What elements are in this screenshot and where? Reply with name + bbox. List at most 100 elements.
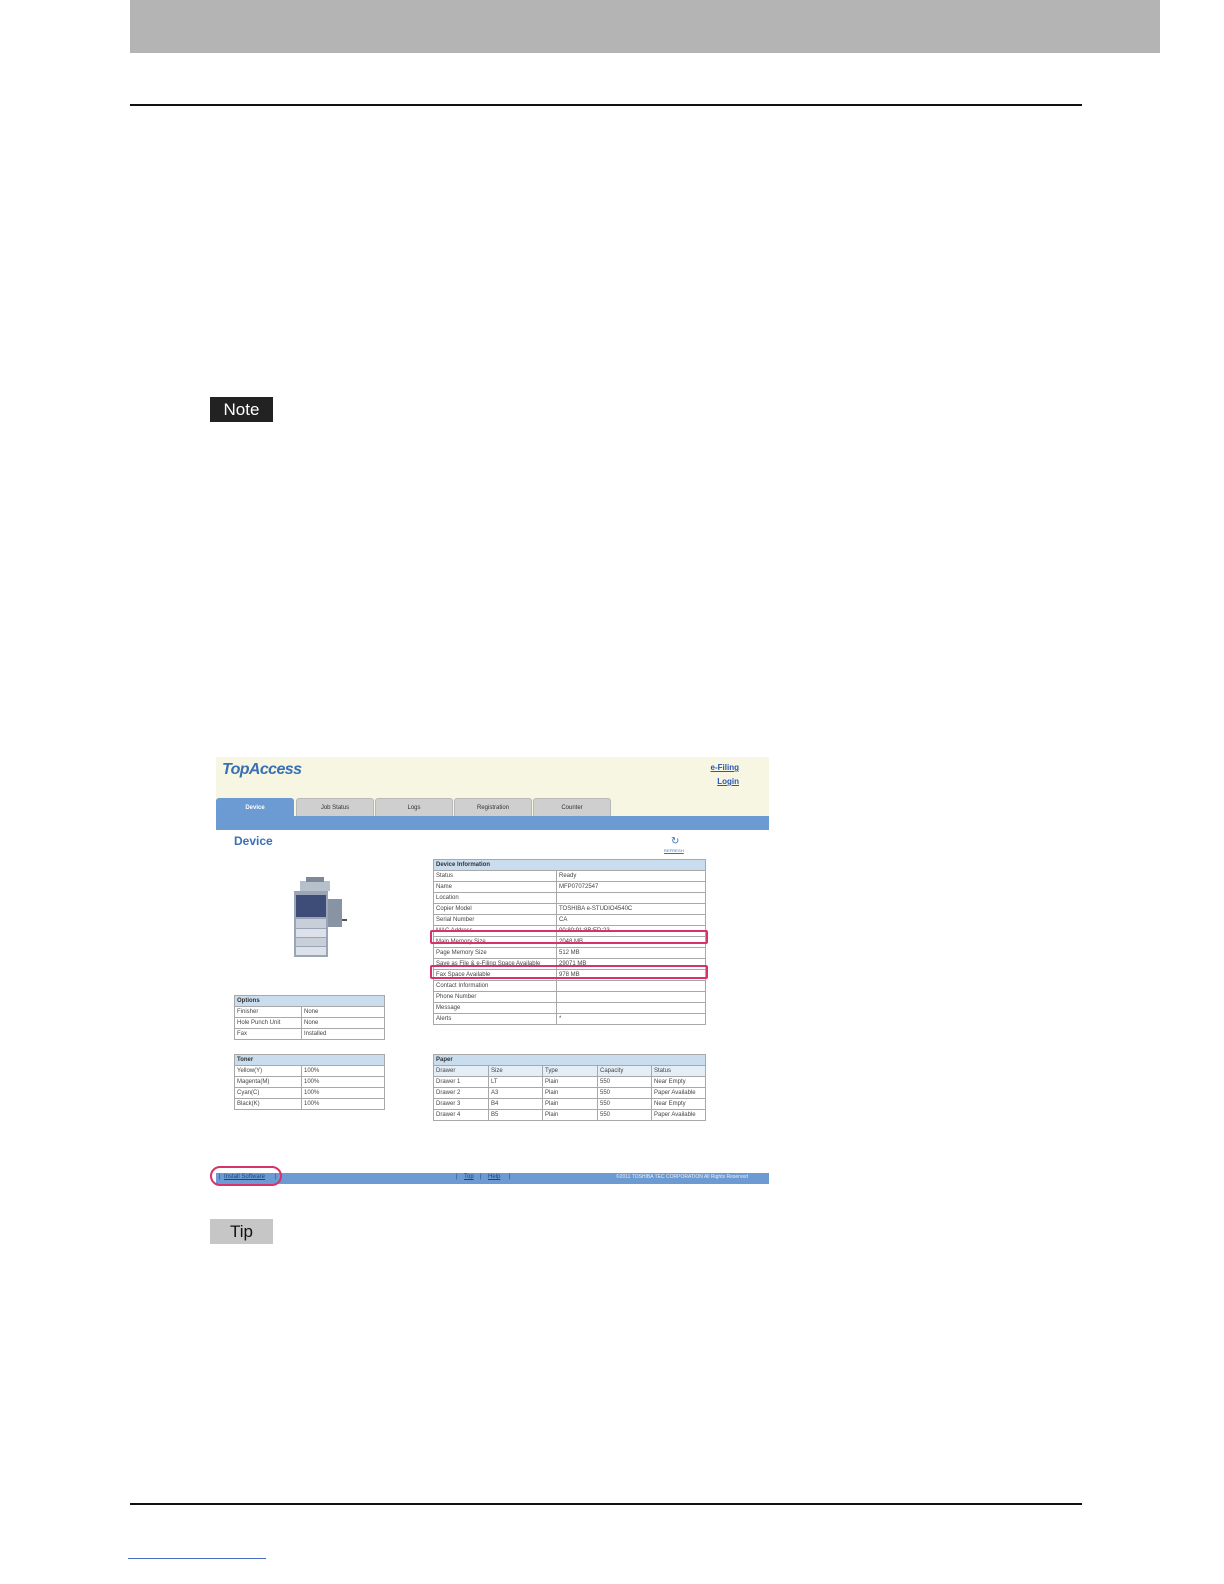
refresh-label: REFRESH [664, 848, 684, 853]
tab-registration[interactable]: Registration [454, 798, 532, 816]
toner-level: 100% [300, 1098, 386, 1110]
info-value: * [555, 1013, 707, 1025]
paper-cell: A3 [488, 1087, 543, 1099]
tab-device[interactable]: Device [216, 798, 294, 816]
table-row: Drawer 1 LT Plain 550 Near Empty [433, 1076, 707, 1088]
column-header: Type [542, 1065, 598, 1077]
info-label: Alerts [433, 1013, 557, 1025]
tab-counter[interactable]: Counter [533, 798, 611, 816]
column-header: Status [650, 1065, 707, 1077]
toner-level: 100% [300, 1065, 386, 1077]
toner-color: Cyan(C) [234, 1087, 302, 1099]
login-link[interactable]: Login [717, 777, 739, 786]
printer-icon [294, 877, 347, 957]
column-header: Size [488, 1065, 543, 1077]
option-name: Fax [234, 1028, 302, 1040]
tip-label: Tip [210, 1219, 273, 1244]
table-row: Copier Model TOSHIBA e-STUDIO4540C [433, 903, 707, 915]
device-info-header: Device Information [432, 859, 707, 871]
option-value: Installed [300, 1028, 386, 1040]
table-row: Hole Punch Unit None [234, 1017, 386, 1029]
paper-cell: Plain [542, 1076, 598, 1088]
option-name: Hole Punch Unit [234, 1017, 302, 1029]
table-row: Drawer 2 A3 Plain 550 Paper Available [433, 1087, 707, 1099]
paper-cell: 550 [597, 1076, 652, 1088]
table-row: Fax Installed [234, 1028, 386, 1040]
info-label: Location [433, 892, 557, 904]
info-label: Contact Information [433, 980, 557, 992]
topaccess-header: TopAccess e-Filing Login [216, 757, 769, 798]
footer-separator: | [456, 1174, 458, 1180]
bottom-divider [130, 1503, 1082, 1505]
table-row: Drawer 4 B5 Plain 550 Paper Available [433, 1109, 707, 1121]
paper-cell: B4 [488, 1098, 543, 1110]
toner-header: Toner [233, 1054, 386, 1066]
options-header: Options [233, 995, 386, 1007]
toner-color: Yellow(Y) [234, 1065, 302, 1077]
nav-bar [216, 816, 769, 830]
paper-cell: Plain [542, 1109, 598, 1121]
space-available-highlight [430, 965, 708, 979]
topaccess-logo: TopAccess [222, 761, 302, 778]
copyright-text: ©2011 TOSHIBA TEC CORPORATION All Rights… [616, 1174, 748, 1180]
paper-cell: Near Empty [650, 1076, 707, 1088]
table-row: Cyan(C) 100% [234, 1087, 386, 1099]
table-row: Alerts * [433, 1013, 707, 1025]
option-value: None [300, 1017, 386, 1029]
help-link[interactable]: Help [488, 1174, 500, 1180]
column-header: Drawer [433, 1065, 489, 1077]
paper-column-headers: Drawer Size Type Capacity Status [433, 1065, 707, 1077]
topaccess-screenshot: TopAccess e-Filing Login Device Job Stat… [210, 757, 769, 1186]
refresh-button[interactable]: ↻ REFRESH [664, 836, 690, 854]
info-value [555, 991, 707, 1003]
paper-cell: Plain [542, 1098, 598, 1110]
paper-header: Paper [432, 1054, 707, 1066]
paper-cell: 550 [597, 1109, 652, 1121]
info-value [555, 980, 707, 992]
table-row: Page Memory Size 512 MB [433, 947, 707, 959]
tab-strip: Device Job Status Logs Registration Coun… [216, 798, 769, 816]
footer-separator: | [509, 1174, 511, 1180]
table-row: Finisher None [234, 1006, 386, 1018]
info-label: Status [433, 870, 557, 882]
info-label: Copier Model [433, 903, 557, 915]
note-label: Note [210, 397, 273, 422]
tab-logs[interactable]: Logs [375, 798, 453, 816]
table-row: Message [433, 1002, 707, 1014]
top-link[interactable]: Top [464, 1174, 474, 1180]
toner-table: Toner Yellow(Y) 100% Magenta(M) 100% Cyan(… [233, 1054, 386, 1110]
paper-cell: Paper Available [650, 1087, 707, 1099]
page-title: Device [234, 834, 273, 848]
paper-cell: Paper Available [650, 1109, 707, 1121]
toner-level: 100% [300, 1087, 386, 1099]
paper-cell: 550 [597, 1087, 652, 1099]
paper-cell: 550 [597, 1098, 652, 1110]
info-label: Page Memory Size [433, 947, 557, 959]
table-row: Name MFP07072547 [433, 881, 707, 893]
info-value [555, 1002, 707, 1014]
info-label: Message [433, 1002, 557, 1014]
table-row: Yellow(Y) 100% [234, 1065, 386, 1077]
table-row: Phone Number [433, 991, 707, 1003]
options-table: Options Finisher None Hole Punch Unit None… [233, 995, 386, 1040]
page-header-band [130, 0, 1160, 53]
refresh-icon: ↻ [671, 836, 680, 847]
tab-job-status[interactable]: Job Status [296, 798, 374, 816]
paper-cell: Plain [542, 1087, 598, 1099]
mac-address-highlight [430, 930, 708, 944]
info-value: MFP07072547 [555, 881, 707, 893]
option-value: None [300, 1006, 386, 1018]
info-value: Ready [555, 870, 707, 882]
table-row: Magenta(M) 100% [234, 1076, 386, 1088]
paper-cell: Near Empty [650, 1098, 707, 1110]
table-row: Status Ready [433, 870, 707, 882]
paper-cell: Drawer 1 [433, 1076, 489, 1088]
toner-level: 100% [300, 1076, 386, 1088]
efiling-link[interactable]: e-Filing [711, 763, 739, 772]
info-label: Phone Number [433, 991, 557, 1003]
info-value: CA [555, 914, 707, 926]
info-value: 512 MB [555, 947, 707, 959]
column-header: Capacity [597, 1065, 652, 1077]
info-value [555, 892, 707, 904]
footer-link-underline[interactable] [128, 1558, 266, 1559]
